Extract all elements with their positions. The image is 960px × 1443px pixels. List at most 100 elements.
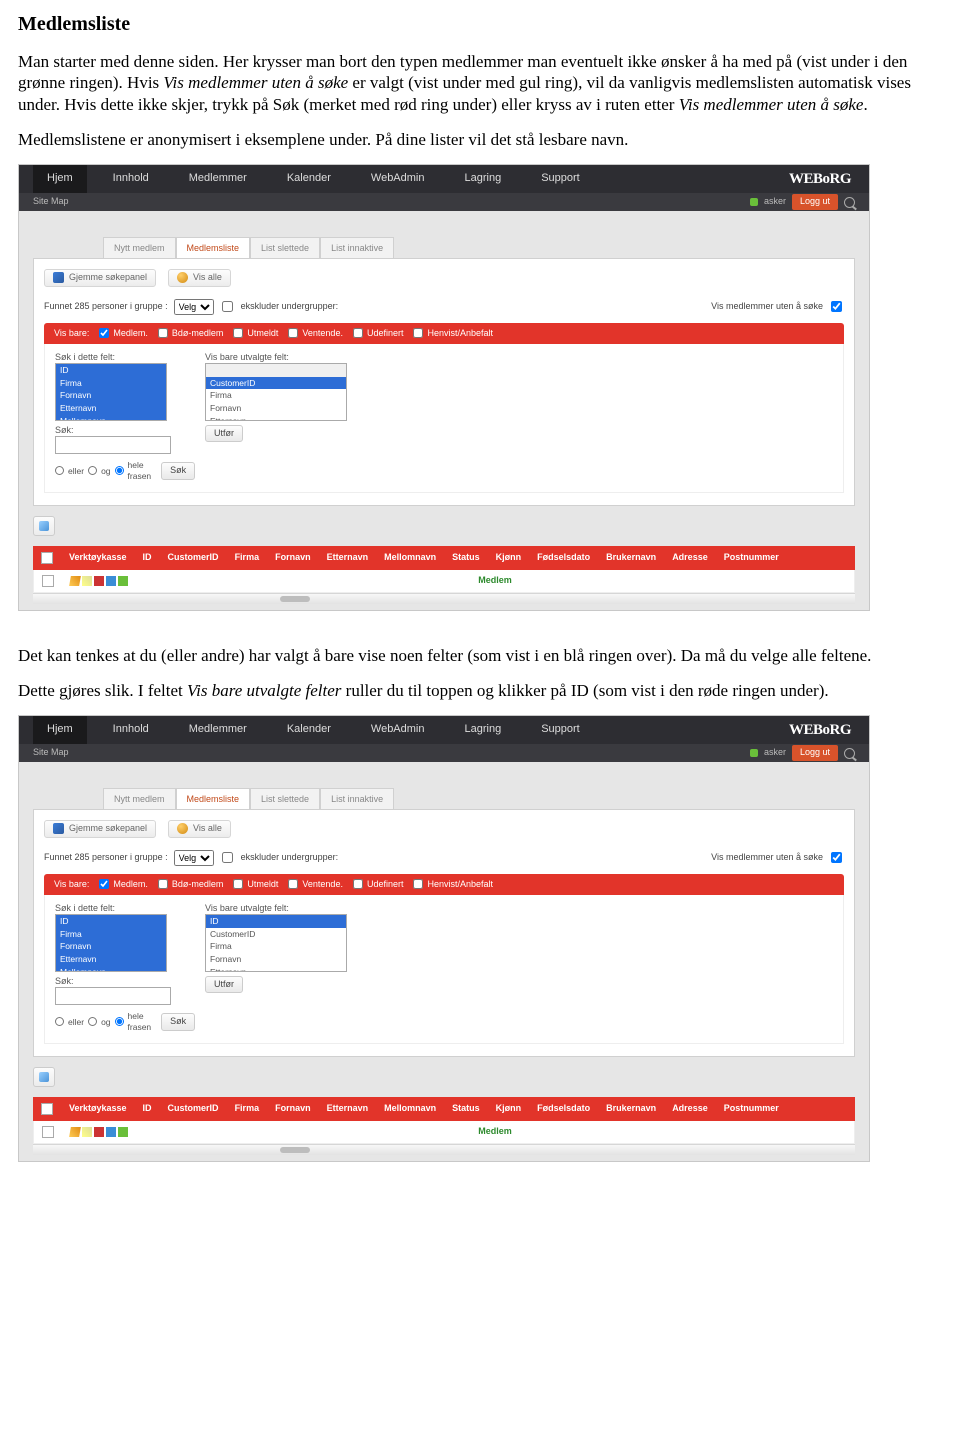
filt-henvist-2[interactable] <box>413 879 423 889</box>
row-tools-2[interactable] <box>70 1127 128 1137</box>
opt-og[interactable] <box>88 466 97 475</box>
filt-ventende[interactable] <box>288 328 298 338</box>
table-header-2: Verktøykasse ID CustomerID Firma Fornavn… <box>33 1097 855 1121</box>
nav-webadmin-2[interactable]: WebAdmin <box>357 716 439 744</box>
filt-bdo[interactable] <box>158 328 168 338</box>
visbarefelt-label: Vis bare utvalgte felt: <box>205 352 347 363</box>
tag-icon[interactable] <box>82 576 92 586</box>
filt-ventende-2[interactable] <box>288 879 298 889</box>
nav-support-2[interactable]: Support <box>527 716 594 744</box>
search-input-2[interactable] <box>55 987 171 1005</box>
table-row[interactable]: Medlem <box>33 570 855 593</box>
mid-paragraph-1: Det kan tenkes at du (eller andre) har v… <box>18 645 942 666</box>
tab-list-innaktive[interactable]: List innaktive <box>320 237 394 259</box>
utfor-button[interactable]: Utfør <box>205 425 243 442</box>
table-header: Verktøykasse ID CustomerID Firma Fornavn… <box>33 546 855 570</box>
subtabs-2: Nytt medlem Medlemsliste List slettede L… <box>33 788 855 810</box>
nav-kalender-2[interactable]: Kalender <box>273 716 345 744</box>
tab-medlemsliste[interactable]: Medlemsliste <box>176 237 251 259</box>
show-all-button[interactable]: Vis alle <box>168 269 231 286</box>
table-row-2[interactable]: Medlem <box>33 1121 855 1144</box>
vis-uten-label-2: Vis medlemmer uten å søke <box>711 852 823 863</box>
search-icon-2[interactable] <box>844 748 855 759</box>
filt-udefinert-2[interactable] <box>353 879 363 889</box>
visbare-label-2: Vis bare: <box>54 879 89 890</box>
export-button[interactable] <box>33 516 55 536</box>
subtabs: Nytt medlem Medlemsliste List slettede L… <box>33 237 855 259</box>
result-count-label-2: Funnet 285 personer i gruppe : <box>44 852 168 863</box>
doc-icon[interactable] <box>118 576 128 586</box>
vis-uten-checkbox[interactable] <box>831 301 842 312</box>
edit-icon-2[interactable] <box>69 1127 81 1137</box>
hide-search-button-2[interactable]: Gjemme søkepanel <box>44 820 156 837</box>
edit-icon[interactable] <box>69 576 81 586</box>
nav-hjem[interactable]: Hjem <box>33 165 87 193</box>
nav-webadmin[interactable]: WebAdmin <box>357 165 439 193</box>
nav-innhold[interactable]: Innhold <box>99 165 163 193</box>
result-count-label: Funnet 285 personer i gruppe : <box>44 301 168 312</box>
tab-list-slettede[interactable]: List slettede <box>250 237 320 259</box>
logout-button-2[interactable]: Logg ut <box>792 745 838 760</box>
nav-medlemmer[interactable]: Medlemmer <box>175 165 261 193</box>
sok-button[interactable]: Søk <box>161 462 195 479</box>
exclude-subgroups-checkbox-2[interactable] <box>222 852 233 863</box>
nav-lagring[interactable]: Lagring <box>451 165 516 193</box>
nav-hjem-2[interactable]: Hjem <box>33 716 87 744</box>
filt-medlem[interactable] <box>99 328 109 338</box>
h-scrollbar[interactable] <box>33 593 855 604</box>
filt-henvist[interactable] <box>413 328 423 338</box>
nav-lagring-2[interactable]: Lagring <box>451 716 516 744</box>
sok-button-2[interactable]: Søk <box>161 1013 195 1030</box>
tab-list-innaktive-2[interactable]: List innaktive <box>320 788 394 810</box>
move-icon-2[interactable] <box>106 1127 116 1137</box>
nav-medlemmer-2[interactable]: Medlemmer <box>175 716 261 744</box>
filt-utmeldt[interactable] <box>233 328 243 338</box>
opt-eller-2[interactable] <box>55 1017 64 1026</box>
group-select-2[interactable]: Velg <box>174 850 214 866</box>
search-field-list-2[interactable]: ID Firma Fornavn Etternavn Mellomnavn <box>55 914 167 972</box>
hide-search-button[interactable]: Gjemme søkepanel <box>44 269 156 286</box>
delete-icon[interactable] <box>94 576 104 586</box>
tab-list-slettede-2[interactable]: List slettede <box>250 788 320 810</box>
vis-uten-checkbox-2[interactable] <box>831 852 842 863</box>
intro-paragraph-1: Man starter med denne siden. Her krysser… <box>18 51 942 115</box>
sitemap-link-2[interactable]: Site Map <box>33 747 69 758</box>
tab-medlemsliste-2[interactable]: Medlemsliste <box>176 788 251 810</box>
show-fields-list-2[interactable]: ID CustomerID Firma Fornavn Etternavn <box>205 914 347 972</box>
show-all-icon <box>177 272 188 283</box>
opt-eller[interactable] <box>55 466 64 475</box>
filt-medlem-2[interactable] <box>99 879 109 889</box>
opt-hele-2[interactable] <box>115 1017 124 1026</box>
sub-bar-2: Site Map asker Logg ut <box>19 744 869 762</box>
sitemap-link[interactable]: Site Map <box>33 196 69 207</box>
move-icon[interactable] <box>106 576 116 586</box>
delete-icon-2[interactable] <box>94 1127 104 1137</box>
row-tools[interactable] <box>70 576 128 586</box>
h-scrollbar-2[interactable] <box>33 1144 855 1155</box>
nav-support[interactable]: Support <box>527 165 594 193</box>
search-field-list[interactable]: ID Firma Fornavn Etternavn Mellomnavn <box>55 363 167 421</box>
tab-nytt-medlem[interactable]: Nytt medlem <box>103 237 176 259</box>
nav-kalender[interactable]: Kalender <box>273 165 345 193</box>
filt-bdo-2[interactable] <box>158 879 168 889</box>
tab-nytt-medlem-2[interactable]: Nytt medlem <box>103 788 176 810</box>
show-fields-list[interactable]: CustomerID Firma Fornavn Etternavn <box>205 363 347 421</box>
doc-icon-2[interactable] <box>118 1127 128 1137</box>
tag-icon-2[interactable] <box>82 1127 92 1137</box>
show-all-button-2[interactable]: Vis alle <box>168 820 231 837</box>
exclude-subgroups-checkbox[interactable] <box>222 301 233 312</box>
opt-og-2[interactable] <box>88 1017 97 1026</box>
export-button-2[interactable] <box>33 1067 55 1087</box>
search-input[interactable] <box>55 436 171 454</box>
logout-button[interactable]: Logg ut <box>792 194 838 209</box>
group-select[interactable]: Velg <box>174 299 214 315</box>
nav-innhold-2[interactable]: Innhold <box>99 716 163 744</box>
filt-utmeldt-2[interactable] <box>233 879 243 889</box>
user-icon-2 <box>750 749 758 757</box>
search-label-2b: Søk: <box>55 976 185 987</box>
opt-hele[interactable] <box>115 466 124 475</box>
status-cell: Medlem <box>478 575 512 586</box>
utfor-button-2[interactable]: Utfør <box>205 976 243 993</box>
search-icon[interactable] <box>844 197 855 208</box>
filt-udefinert[interactable] <box>353 328 363 338</box>
